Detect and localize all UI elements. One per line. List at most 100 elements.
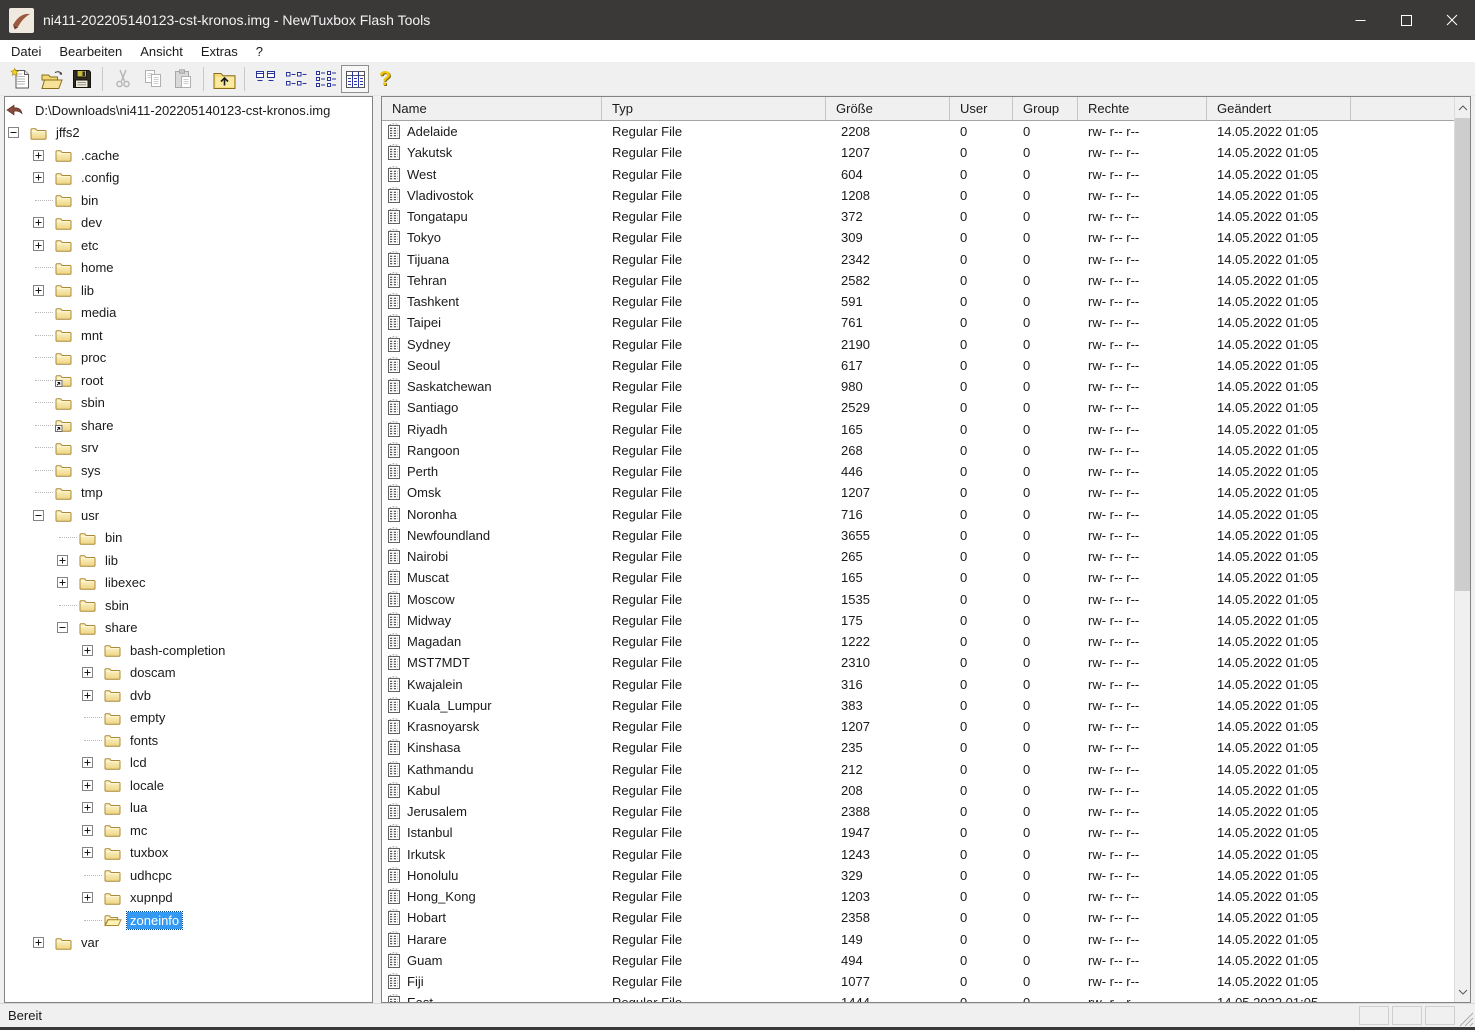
file-row[interactable]: TehranRegular File258200rw- r-- r--14.05… [382, 270, 1454, 291]
expand-icon[interactable] [57, 555, 68, 566]
menu-datei[interactable]: Datei [2, 41, 50, 62]
file-row[interactable]: AdelaideRegular File220800rw- r-- r--14.… [382, 121, 1454, 142]
tree-item[interactable]: lua [5, 797, 372, 820]
tree-item[interactable]: tmp [5, 482, 372, 505]
copy-button[interactable] [139, 65, 167, 93]
resize-grip[interactable] [1458, 1005, 1474, 1027]
expand-icon[interactable] [33, 285, 44, 296]
file-row[interactable]: KwajaleinRegular File31600rw- r-- r--14.… [382, 674, 1454, 695]
collapse-icon[interactable] [57, 622, 68, 633]
file-row[interactable]: OmskRegular File120700rw- r-- r--14.05.2… [382, 482, 1454, 503]
menu-ansicht[interactable]: Ansicht [131, 41, 192, 62]
save-button[interactable] [68, 65, 96, 93]
details-view-button[interactable] [341, 65, 369, 93]
expand-icon[interactable] [82, 892, 93, 903]
tree-item[interactable]: zoneinfo [5, 909, 372, 932]
open-button[interactable] [38, 65, 66, 93]
file-row[interactable]: Hong_KongRegular File120300rw- r-- r--14… [382, 886, 1454, 907]
file-row[interactable]: KabulRegular File20800rw- r-- r--14.05.2… [382, 780, 1454, 801]
file-row[interactable]: FijiRegular File107700rw- r-- r--14.05.2… [382, 971, 1454, 992]
column-header-group[interactable]: Group [1013, 97, 1078, 120]
menu-bearbeiten[interactable]: Bearbeiten [50, 41, 131, 62]
paste-button[interactable] [169, 65, 197, 93]
file-row[interactable]: SaskatchewanRegular File98000rw- r-- r--… [382, 376, 1454, 397]
new-file-button[interactable] [8, 65, 36, 93]
tree-item[interactable]: mnt [5, 324, 372, 347]
tree-item[interactable]: .cache [5, 144, 372, 167]
expand-icon[interactable] [33, 240, 44, 251]
file-row[interactable]: MidwayRegular File17500rw- r-- r--14.05.… [382, 610, 1454, 631]
scrollbar-thumb[interactable] [1455, 118, 1471, 591]
expand-icon[interactable] [82, 802, 93, 813]
file-row[interactable]: MuscatRegular File16500rw- r-- r--14.05.… [382, 567, 1454, 588]
expand-icon[interactable] [33, 150, 44, 161]
expand-icon[interactable] [82, 847, 93, 858]
tree-item[interactable]: sbin [5, 594, 372, 617]
tree-item[interactable]: bash-completion [5, 639, 372, 662]
file-row[interactable]: TokyoRegular File30900rw- r-- r--14.05.2… [382, 227, 1454, 248]
file-row[interactable]: RangoonRegular File26800rw- r-- r--14.05… [382, 440, 1454, 461]
column-header-modified[interactable]: Geändert [1207, 97, 1351, 120]
cut-button[interactable] [109, 65, 137, 93]
tree-item[interactable]: sys [5, 459, 372, 482]
file-row[interactable]: MST7MDTRegular File231000rw- r-- r--14.0… [382, 652, 1454, 673]
file-row[interactable]: VladivostokRegular File120800rw- r-- r--… [382, 185, 1454, 206]
tree-item[interactable]: home [5, 257, 372, 280]
expand-icon[interactable] [33, 937, 44, 948]
tree-item[interactable]: libexec [5, 572, 372, 595]
file-row[interactable]: IrkutskRegular File124300rw- r-- r--14.0… [382, 844, 1454, 865]
tree-item[interactable]: udhcpc [5, 864, 372, 887]
scroll-up-button[interactable] [1455, 97, 1471, 118]
file-row[interactable]: KrasnoyarskRegular File120700rw- r-- r--… [382, 716, 1454, 737]
tree-item[interactable]: dvb [5, 684, 372, 707]
tree-item[interactable]: doscam [5, 662, 372, 685]
tree-root-item[interactable]: D:\Downloads\ni411-202205140123-cst-kron… [5, 99, 372, 122]
column-header-rights[interactable]: Rechte [1078, 97, 1207, 120]
file-row[interactable]: NewfoundlandRegular File365500rw- r-- r-… [382, 525, 1454, 546]
tree-item[interactable]: xupnpd [5, 887, 372, 910]
file-row[interactable]: TongatapuRegular File37200rw- r-- r--14.… [382, 206, 1454, 227]
file-row[interactable]: PerthRegular File44600rw- r-- r--14.05.2… [382, 461, 1454, 482]
tree-item[interactable]: empty [5, 707, 372, 730]
tree-item[interactable]: bin [5, 189, 372, 212]
column-header-size[interactable]: Größe [826, 97, 950, 120]
scroll-down-button[interactable] [1455, 981, 1471, 1002]
tree-item[interactable]: usr [5, 504, 372, 527]
expand-icon[interactable] [82, 825, 93, 836]
file-row[interactable]: GuamRegular File49400rw- r-- r--14.05.20… [382, 950, 1454, 971]
file-row[interactable]: NoronhaRegular File71600rw- r-- r--14.05… [382, 504, 1454, 525]
small-icons-view-button[interactable] [281, 65, 309, 93]
tree-item[interactable]: locale [5, 774, 372, 797]
file-row[interactable]: TijuanaRegular File234200rw- r-- r--14.0… [382, 249, 1454, 270]
tree-item[interactable]: proc [5, 347, 372, 370]
column-header-type[interactable]: Typ [602, 97, 826, 120]
tree-item[interactable]: jffs2 [5, 122, 372, 145]
tree-item[interactable]: mc [5, 819, 372, 842]
file-row[interactable]: JerusalemRegular File238800rw- r-- r--14… [382, 801, 1454, 822]
file-row[interactable]: EastRegular File144400rw- r-- r--14.05.2… [382, 992, 1454, 1002]
tree-item[interactable]: .config [5, 167, 372, 190]
file-row[interactable]: SantiagoRegular File252900rw- r-- r--14.… [382, 397, 1454, 418]
file-row[interactable]: KathmanduRegular File21200rw- r-- r--14.… [382, 759, 1454, 780]
expand-icon[interactable] [82, 780, 93, 791]
collapse-icon[interactable] [33, 510, 44, 521]
tree-item[interactable]: share [5, 617, 372, 640]
tree-item[interactable]: srv [5, 437, 372, 460]
vertical-scrollbar[interactable] [1454, 97, 1470, 1002]
minimize-button[interactable] [1337, 0, 1383, 40]
menu-help[interactable]: ? [247, 41, 272, 62]
expand-icon[interactable] [33, 172, 44, 183]
file-row[interactable]: WestRegular File60400rw- r-- r--14.05.20… [382, 164, 1454, 185]
tree-item[interactable]: media [5, 302, 372, 325]
file-row[interactable]: HonoluluRegular File32900rw- r-- r--14.0… [382, 865, 1454, 886]
maximize-button[interactable] [1383, 0, 1429, 40]
expand-icon[interactable] [57, 577, 68, 588]
tree-item[interactable]: root [5, 369, 372, 392]
file-row[interactable]: IstanbulRegular File194700rw- r-- r--14.… [382, 822, 1454, 843]
expand-icon[interactable] [82, 667, 93, 678]
column-header-name[interactable]: Name [382, 97, 602, 120]
expand-icon[interactable] [82, 757, 93, 768]
folder-up-button[interactable] [210, 65, 238, 93]
file-row[interactable]: SydneyRegular File219000rw- r-- r--14.05… [382, 334, 1454, 355]
file-row[interactable]: HarareRegular File14900rw- r-- r--14.05.… [382, 929, 1454, 950]
